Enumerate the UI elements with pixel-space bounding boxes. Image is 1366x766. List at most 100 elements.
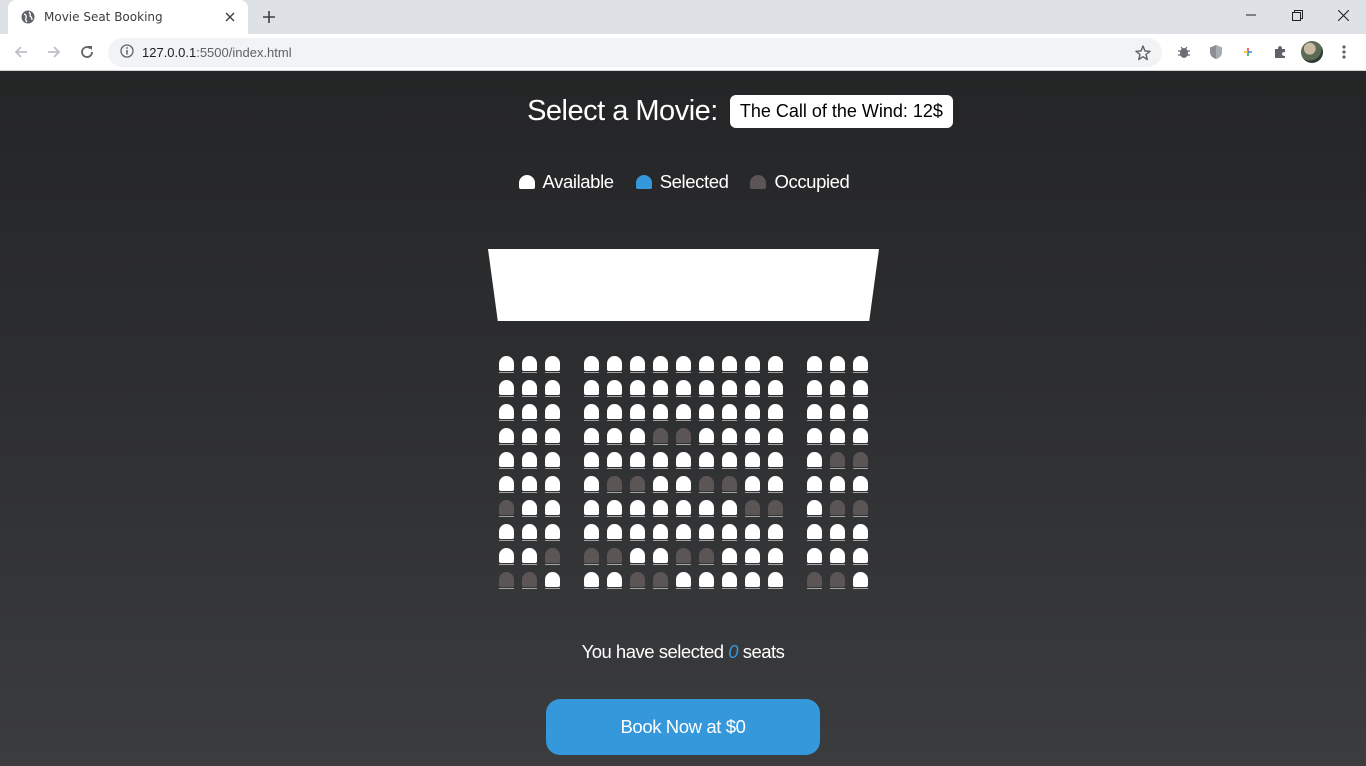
seat-available[interactable] (607, 452, 622, 469)
seat-available[interactable] (830, 356, 845, 373)
seat-available[interactable] (807, 476, 822, 493)
seat-available[interactable] (768, 428, 783, 445)
seat-available[interactable] (545, 500, 560, 517)
seat-available[interactable] (607, 380, 622, 397)
seat-available[interactable] (722, 524, 737, 541)
seat-available[interactable] (607, 572, 622, 589)
seat-available[interactable] (653, 500, 668, 517)
seat-available[interactable] (653, 356, 668, 373)
seat-available[interactable] (499, 428, 514, 445)
seat-available[interactable] (676, 380, 691, 397)
seat-available[interactable] (676, 404, 691, 421)
seat-available[interactable] (607, 524, 622, 541)
seat-available[interactable] (722, 500, 737, 517)
seat-available[interactable] (584, 356, 599, 373)
seat-available[interactable] (522, 404, 537, 421)
seat-available[interactable] (499, 356, 514, 373)
seat-available[interactable] (630, 452, 645, 469)
seat-available[interactable] (545, 380, 560, 397)
seat-available[interactable] (853, 572, 868, 589)
movie-select[interactable]: The Call of the Wind: 12$ (729, 95, 953, 128)
seat-available[interactable] (584, 572, 599, 589)
seat-available[interactable] (722, 404, 737, 421)
seat-available[interactable] (653, 380, 668, 397)
seat-available[interactable] (768, 404, 783, 421)
seat-available[interactable] (653, 524, 668, 541)
seat-available[interactable] (584, 428, 599, 445)
seat-available[interactable] (522, 356, 537, 373)
seat-available[interactable] (830, 476, 845, 493)
seat-available[interactable] (807, 524, 822, 541)
seat-available[interactable] (699, 524, 714, 541)
seat-available[interactable] (768, 452, 783, 469)
seat-available[interactable] (768, 572, 783, 589)
seat-available[interactable] (630, 356, 645, 373)
seat-available[interactable] (722, 572, 737, 589)
seat-available[interactable] (853, 476, 868, 493)
seat-available[interactable] (722, 356, 737, 373)
seat-available[interactable] (522, 476, 537, 493)
seat-available[interactable] (699, 428, 714, 445)
seat-available[interactable] (630, 548, 645, 565)
seat-available[interactable] (607, 356, 622, 373)
seat-available[interactable] (853, 380, 868, 397)
seat-available[interactable] (830, 380, 845, 397)
seat-available[interactable] (699, 356, 714, 373)
seat-available[interactable] (807, 356, 822, 373)
seat-available[interactable] (676, 572, 691, 589)
seat-available[interactable] (584, 452, 599, 469)
more-menu-icon[interactable] (1332, 40, 1356, 64)
seat-available[interactable] (653, 404, 668, 421)
seat-available[interactable] (807, 380, 822, 397)
seat-available[interactable] (853, 404, 868, 421)
info-icon[interactable] (120, 43, 134, 62)
seat-available[interactable] (499, 548, 514, 565)
seat-available[interactable] (699, 500, 714, 517)
seat-available[interactable] (676, 356, 691, 373)
seat-available[interactable] (853, 524, 868, 541)
tab-close-icon[interactable] (222, 9, 238, 25)
seat-available[interactable] (807, 500, 822, 517)
seat-available[interactable] (676, 500, 691, 517)
seat-available[interactable] (768, 380, 783, 397)
puzzle-extensions-icon[interactable] (1268, 40, 1292, 64)
color-plus-extension-icon[interactable] (1236, 40, 1260, 64)
seat-available[interactable] (545, 356, 560, 373)
seat-available[interactable] (699, 452, 714, 469)
seat-available[interactable] (607, 500, 622, 517)
seat-available[interactable] (699, 380, 714, 397)
seat-available[interactable] (545, 428, 560, 445)
seat-available[interactable] (853, 428, 868, 445)
seat-available[interactable] (830, 548, 845, 565)
seat-available[interactable] (853, 548, 868, 565)
seat-available[interactable] (545, 572, 560, 589)
seat-available[interactable] (522, 380, 537, 397)
seat-available[interactable] (522, 428, 537, 445)
seat-available[interactable] (676, 476, 691, 493)
seat-available[interactable] (584, 404, 599, 421)
profile-avatar[interactable] (1300, 40, 1324, 64)
seat-available[interactable] (722, 452, 737, 469)
seat-available[interactable] (653, 452, 668, 469)
seat-available[interactable] (630, 404, 645, 421)
seat-available[interactable] (676, 524, 691, 541)
seat-available[interactable] (499, 524, 514, 541)
seat-available[interactable] (630, 380, 645, 397)
bug-extension-icon[interactable] (1172, 40, 1196, 64)
restore-icon[interactable] (1274, 0, 1320, 30)
browser-tab[interactable]: Movie Seat Booking (8, 0, 248, 34)
new-tab-icon[interactable] (259, 7, 279, 27)
seat-available[interactable] (607, 428, 622, 445)
seat-available[interactable] (807, 404, 822, 421)
seat-available[interactable] (768, 476, 783, 493)
seat-available[interactable] (807, 548, 822, 565)
minimize-icon[interactable] (1228, 0, 1274, 30)
seat-available[interactable] (522, 524, 537, 541)
seat-available[interactable] (630, 428, 645, 445)
seat-available[interactable] (745, 428, 760, 445)
seat-available[interactable] (676, 452, 691, 469)
seat-available[interactable] (722, 548, 737, 565)
seat-available[interactable] (545, 524, 560, 541)
seat-available[interactable] (745, 524, 760, 541)
seat-available[interactable] (768, 356, 783, 373)
